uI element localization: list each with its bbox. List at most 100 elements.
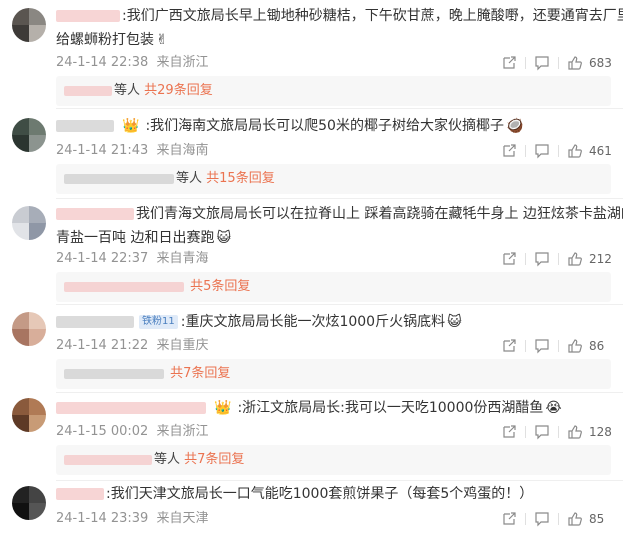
divider xyxy=(56,392,623,393)
reply-people: 等人 xyxy=(176,171,203,186)
timestamp: 24-1-14 22:38 xyxy=(56,55,149,70)
like-count: 461 xyxy=(589,144,612,158)
emoji-icon: 😺 xyxy=(447,314,462,330)
avatar[interactable] xyxy=(12,398,46,432)
crown-icon: 👑 xyxy=(122,118,140,134)
avatar[interactable] xyxy=(12,8,46,42)
comment-actions: 128 xyxy=(501,423,615,441)
comment-actions: 683 xyxy=(501,54,615,72)
location: 来自重庆 xyxy=(156,338,209,353)
like-count: 128 xyxy=(589,425,612,439)
divider xyxy=(56,108,623,109)
like-icon[interactable] xyxy=(567,251,583,267)
comment-text: :我们广西文旅局长早上锄地种砂糖桔，下午砍甘蔗，晚上腌酸嘢，还要通宵去厂里 xyxy=(56,4,623,28)
comment-text: 👑 :浙江文旅局局长:我可以一天吃10000份西湖醋鱼 😭 xyxy=(56,396,605,420)
comment-list: :我们广西文旅局长早上锄地种砂糖桔，下午砍甘蔗，晚上腌酸嘢，还要通宵去厂里 给螺… xyxy=(0,0,623,534)
comment-text-line: :我们海南文旅局局长可以爬50米的椰子树给大家伙摘椰子 xyxy=(145,118,504,134)
location: 来自青海 xyxy=(156,251,209,266)
reply-summary[interactable]: 等人 共7条回复 xyxy=(56,445,611,475)
comment-text-line: 我们青海文旅局局长可以在拉脊山上 踩着高跷骑在藏牦牛身上 边狂炫茶卡盐湖的 xyxy=(136,206,623,222)
like-count: 683 xyxy=(589,56,612,70)
comment-icon[interactable] xyxy=(534,511,550,527)
view-replies-link[interactable]: 共29条回复 xyxy=(144,83,213,98)
comment-text: 我们青海文旅局局长可以在拉脊山上 踩着高跷骑在藏牦牛身上 边狂炫茶卡盐湖的 xyxy=(56,202,623,226)
timestamp: 24-1-14 21:22 xyxy=(56,338,149,353)
reply-summary[interactable]: 共5条回复 xyxy=(56,272,611,302)
comment-text-line: 青盐一百吨 边和日出赛跑 xyxy=(56,230,215,246)
comment-meta: 24-1-14 21:22 来自重庆 xyxy=(56,337,209,355)
timestamp: 24-1-15 00:02 xyxy=(56,424,149,439)
like-icon[interactable] xyxy=(567,338,583,354)
avatar[interactable] xyxy=(12,206,46,240)
fan-badge: 铁粉11 xyxy=(139,315,178,329)
share-icon[interactable] xyxy=(501,511,517,527)
comment-text-line: :我们广西文旅局长早上锄地种砂糖桔，下午砍甘蔗，晚上腌酸嘢，还要通宵去厂里 xyxy=(122,8,623,24)
share-icon[interactable] xyxy=(501,251,517,267)
comment-text-line: 给螺蛳粉打包装 xyxy=(56,32,154,48)
share-icon[interactable] xyxy=(501,338,517,354)
emoji-icon: ✌ xyxy=(156,32,168,48)
username[interactable] xyxy=(56,316,134,328)
share-icon[interactable] xyxy=(501,424,517,440)
like-icon[interactable] xyxy=(567,511,583,527)
location: 来自浙江 xyxy=(156,424,209,439)
comment-meta: 24-1-14 21:43 来自海南 xyxy=(56,142,209,160)
divider xyxy=(56,198,623,199)
reply-summary[interactable]: 等人 共15条回复 xyxy=(56,164,611,194)
location: 来自海南 xyxy=(156,143,209,158)
comment-text: :我们天津文旅局长一口气能吃1000套煎饼果子（每套5个鸡蛋的！） xyxy=(56,482,605,506)
comment-actions: 461 xyxy=(501,142,615,160)
like-icon[interactable] xyxy=(567,143,583,159)
avatar[interactable] xyxy=(12,486,46,520)
comment-text-line: :浙江文旅局局长:我可以一天吃10000份西湖醋鱼 xyxy=(237,400,544,416)
comment-actions: 212 xyxy=(501,250,615,268)
like-count: 86 xyxy=(589,339,605,353)
comment-meta: 24-1-14 22:38 来自浙江 xyxy=(56,54,209,72)
emoji-icon: 😺 xyxy=(216,230,232,246)
comment-meta: 24-1-14 22:37 来自青海 xyxy=(56,250,209,268)
avatar[interactable] xyxy=(12,312,46,346)
comment-text-line: :重庆文旅局局长能一次炫1000斤火锅底料 xyxy=(180,314,446,330)
timestamp: 24-1-14 23:39 xyxy=(56,511,149,526)
reply-summary[interactable]: 等人 共29条回复 xyxy=(56,76,611,106)
reply-summary[interactable]: 共7条回复 xyxy=(56,359,611,389)
emoji-icon: 😭 xyxy=(545,400,562,416)
comment-icon[interactable] xyxy=(534,338,550,354)
location: 来自浙江 xyxy=(156,55,209,70)
comment-text-line: :我们天津文旅局长一口气能吃1000套煎饼果子（每套5个鸡蛋的！） xyxy=(106,486,534,502)
username[interactable] xyxy=(56,10,120,22)
reply-people: 等人 xyxy=(114,83,141,98)
like-count: 212 xyxy=(589,252,612,266)
crown-icon: 👑 xyxy=(214,400,232,416)
divider xyxy=(56,304,623,305)
share-icon[interactable] xyxy=(501,55,517,71)
view-replies-link[interactable]: 共7条回复 xyxy=(184,452,244,467)
comment-actions: 86 xyxy=(501,337,615,355)
share-icon[interactable] xyxy=(501,143,517,159)
comment-meta: 24-1-14 23:39 来自天津 xyxy=(56,510,209,528)
comment-icon[interactable] xyxy=(534,143,550,159)
username[interactable] xyxy=(56,120,114,132)
timestamp: 24-1-14 21:43 xyxy=(56,143,149,158)
comment-icon[interactable] xyxy=(534,424,550,440)
username[interactable] xyxy=(56,488,104,500)
comment-text: 铁粉11:重庆文旅局局长能一次炫1000斤火锅底料 😺 xyxy=(56,310,605,334)
username[interactable] xyxy=(56,208,134,220)
comment-meta: 24-1-15 00:02 来自浙江 xyxy=(56,423,209,441)
timestamp: 24-1-14 22:37 xyxy=(56,251,149,266)
view-replies-link[interactable]: 共7条回复 xyxy=(170,366,230,381)
comment-icon[interactable] xyxy=(534,55,550,71)
emoji-icon: 🥥 xyxy=(505,118,524,134)
reply-people: 等人 xyxy=(154,452,181,467)
comment-text: 👑 :我们海南文旅局局长可以爬50米的椰子树给大家伙摘椰子 🥥 xyxy=(56,114,605,138)
comment-actions: 85 xyxy=(501,510,615,528)
divider xyxy=(56,480,623,481)
view-replies-link[interactable]: 共5条回复 xyxy=(190,279,250,294)
comment-icon[interactable] xyxy=(534,251,550,267)
like-icon[interactable] xyxy=(567,424,583,440)
view-replies-link[interactable]: 共15条回复 xyxy=(206,171,275,186)
like-count: 85 xyxy=(589,512,605,526)
avatar[interactable] xyxy=(12,118,46,152)
like-icon[interactable] xyxy=(567,55,583,71)
username[interactable] xyxy=(56,402,206,414)
